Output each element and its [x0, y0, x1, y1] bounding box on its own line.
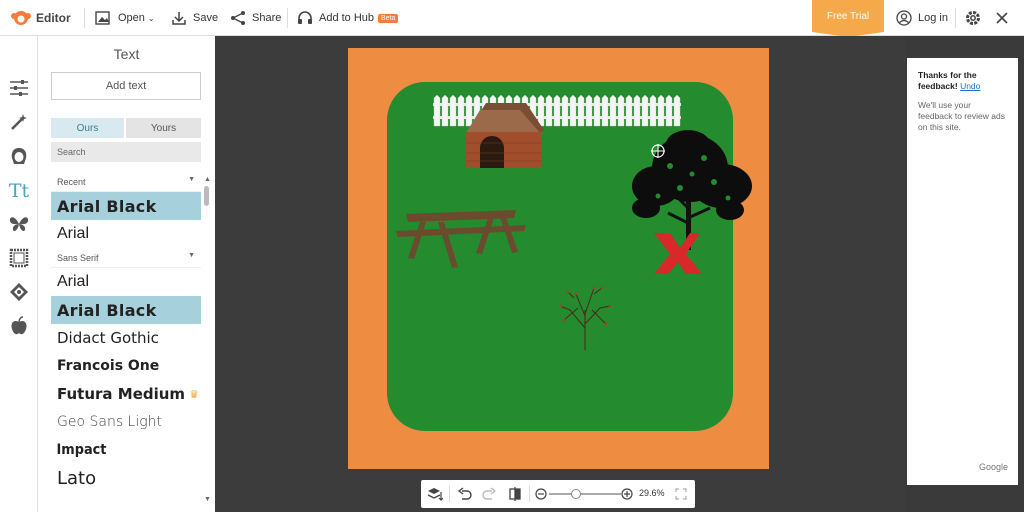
tree-graphic[interactable] — [632, 130, 752, 250]
font-list: Recent ▼ Arial Black Arial Sans Serif ▼ … — [51, 172, 201, 492]
font-item-francois-one[interactable]: Francois One — [51, 352, 201, 380]
picnic-table-graphic[interactable] — [396, 210, 526, 268]
font-item-impact[interactable]: Impact — [51, 436, 189, 464]
scrollbar-thumb[interactable] — [204, 186, 209, 206]
font-item-arial[interactable]: Arial — [51, 268, 201, 296]
search-input[interactable]: Search — [51, 142, 201, 162]
butterfly-icon[interactable] — [7, 212, 31, 236]
fullscreen-icon[interactable] — [673, 486, 689, 502]
add-text-button[interactable]: Add text — [51, 72, 201, 100]
face-icon[interactable] — [7, 144, 31, 168]
chevron-down-icon: ⌄ — [147, 13, 155, 23]
group-label: Sans Serif — [57, 252, 99, 263]
font-group-recent[interactable]: Recent ▼ — [51, 172, 201, 192]
scene-illustration — [396, 94, 752, 350]
image-icon — [95, 11, 110, 25]
ad-panel: Thanks for the feedback! Undo We'll use … — [907, 58, 1018, 485]
fence-graphic[interactable] — [433, 94, 681, 127]
text-icon[interactable]: Tt — [7, 179, 31, 203]
scroll-up-icon[interactable]: ▲ — [204, 176, 211, 183]
canvas-toolbar: 29.6% — [421, 480, 695, 508]
divider — [529, 486, 530, 502]
magic-wand-icon[interactable] — [7, 110, 31, 134]
divider — [84, 8, 85, 28]
ad-title: Thanks for the feedback! Undo — [918, 70, 1007, 92]
save-button[interactable]: Save — [171, 0, 218, 36]
tool-rail: Tt — [0, 36, 38, 512]
share-icon — [231, 11, 245, 25]
download-icon — [172, 12, 186, 25]
font-item-arial-black[interactable]: Arial Black — [51, 192, 201, 220]
undo-link[interactable]: Undo — [960, 81, 980, 91]
undo-icon[interactable] — [457, 486, 473, 502]
user-icon — [896, 10, 912, 26]
save-label: Save — [193, 12, 219, 24]
tab-ours[interactable]: Ours — [51, 118, 124, 138]
free-trial-button[interactable]: Free Trial — [812, 0, 884, 37]
settings-button[interactable] — [964, 0, 982, 36]
panel-title: Text — [113, 46, 140, 62]
crown-icon: ♛ — [189, 387, 199, 401]
divider — [287, 8, 288, 28]
sliders-icon[interactable] — [7, 76, 31, 100]
scroll-down-icon[interactable]: ▼ — [204, 496, 211, 503]
divider — [955, 8, 956, 28]
apple-icon[interactable] — [7, 314, 31, 338]
texture-icon[interactable] — [7, 280, 31, 304]
tab-yours[interactable]: Yours — [126, 118, 201, 138]
font-item-futura-medium[interactable]: Futura Medium ♛ — [51, 380, 201, 408]
group-label: Recent — [57, 176, 86, 187]
font-item-didact-gothic[interactable]: Didact Gothic — [51, 324, 201, 352]
logo-icon — [11, 11, 31, 25]
font-item-arial-black[interactable]: Arial Black — [51, 296, 201, 324]
layers-icon[interactable] — [427, 486, 443, 502]
top-bar: Editor Open ⌄ Save Share Add to Hub Beta — [0, 0, 1024, 37]
close-icon — [996, 12, 1008, 24]
bare-tree-graphic[interactable] — [559, 286, 612, 350]
zoom-level: 29.6% — [639, 488, 665, 498]
font-item-arial[interactable]: Arial — [51, 220, 201, 248]
compare-icon[interactable] — [507, 486, 523, 502]
frame-icon[interactable] — [7, 246, 31, 270]
ad-body: We'll use your feedback to review ads on… — [918, 100, 1005, 132]
font-item-lato[interactable]: Lato — [51, 464, 201, 492]
font-group-sans-serif[interactable]: Sans Serif ▼ — [51, 248, 201, 268]
open-label: Open — [118, 12, 145, 24]
app-logo[interactable]: Editor — [10, 0, 71, 36]
close-button[interactable] — [995, 0, 1009, 36]
chevron-down-icon: ▼ — [188, 252, 195, 259]
app-name: Editor — [36, 11, 71, 25]
redo-icon[interactable] — [481, 486, 497, 502]
share-label: Share — [252, 12, 282, 24]
zoom-out-icon[interactable] — [533, 486, 549, 502]
zoom-slider-handle[interactable] — [571, 489, 581, 499]
divider — [449, 486, 450, 502]
font-item-geo-sans-light[interactable]: Geo Sans Light — [51, 408, 201, 436]
login-label: Log in — [918, 12, 948, 24]
share-button[interactable]: Share — [230, 0, 281, 36]
google-logo: Google — [979, 462, 1009, 472]
gear-icon — [966, 11, 980, 25]
font-label: Futura Medium — [57, 385, 186, 403]
chevron-down-icon: ▼ — [188, 176, 195, 183]
open-button[interactable]: Open ⌄ — [95, 0, 155, 36]
zoom-slider-track[interactable] — [549, 493, 621, 495]
hub-label: Add to Hub — [319, 12, 375, 24]
headphones-icon — [298, 11, 312, 24]
add-to-hub-button[interactable]: Add to Hub Beta — [297, 0, 399, 36]
text-panel: Text Add text Ours Yours Search ▲ ▼ Rece… — [38, 36, 215, 512]
zoom-in-icon[interactable] — [619, 486, 635, 502]
login-button[interactable]: Log in — [896, 0, 948, 36]
beta-badge: Beta — [378, 13, 399, 23]
red-x-graphic[interactable] — [654, 233, 702, 274]
